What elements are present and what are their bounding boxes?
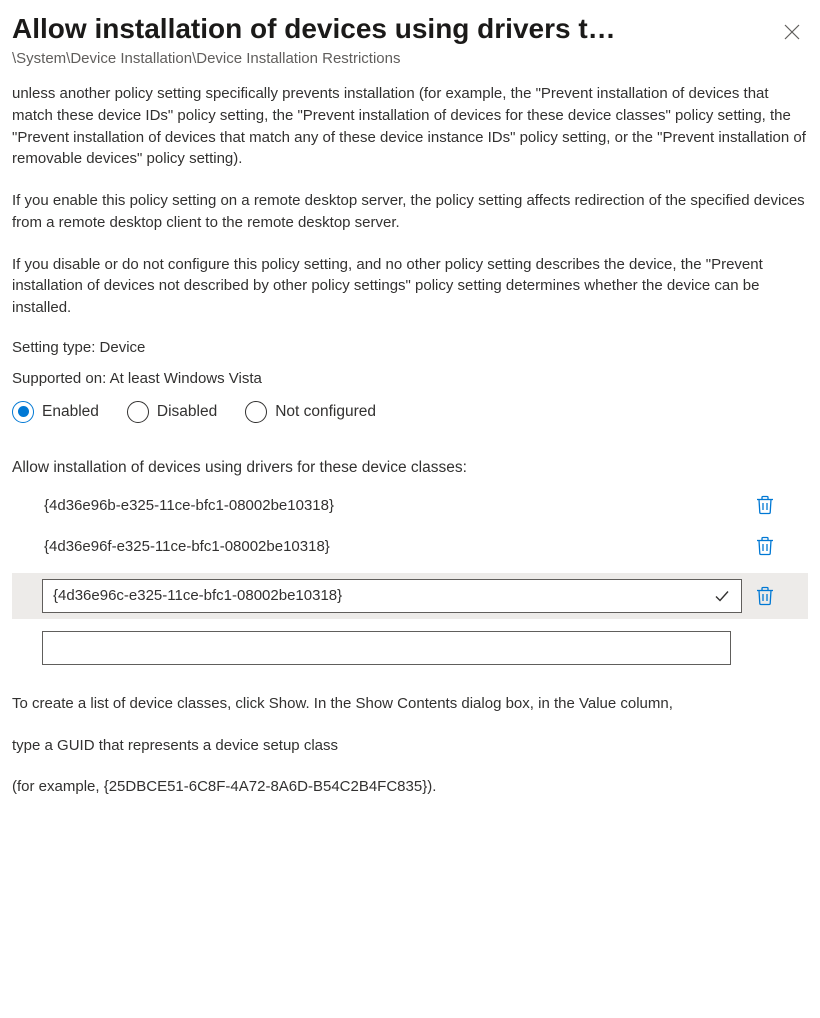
trash-icon	[756, 586, 774, 606]
device-row-editing	[12, 573, 808, 619]
page-title: Allow installation of devices using driv…	[12, 12, 776, 46]
radio-circle-icon	[245, 401, 267, 423]
confirm-edit-button[interactable]	[709, 583, 735, 609]
device-row: {4d36e96b-e325-11ce-bfc1-08002be10318}	[12, 491, 808, 520]
radio-disabled[interactable]: Disabled	[127, 401, 217, 423]
radio-not-configured-label: Not configured	[275, 403, 376, 421]
description-para-2: If you enable this policy setting on a r…	[12, 190, 808, 234]
close-button[interactable]	[776, 16, 808, 48]
state-radio-group: Enabled Disabled Not configured	[12, 401, 808, 423]
device-row: {4d36e96f-e325-11ce-bfc1-08002be10318}	[12, 532, 808, 561]
setting-type-label: Setting type: Device	[12, 339, 808, 356]
device-list-label: Allow installation of devices using driv…	[12, 459, 808, 477]
delete-row-button[interactable]	[752, 533, 778, 559]
device-class-value[interactable]: {4d36e96f-e325-11ce-bfc1-08002be10318}	[42, 532, 742, 561]
supported-on-label: Supported on: At least Windows Vista	[12, 370, 808, 387]
device-class-list: {4d36e96b-e325-11ce-bfc1-08002be10318} {…	[12, 491, 808, 665]
device-class-value[interactable]: {4d36e96b-e325-11ce-bfc1-08002be10318}	[42, 491, 742, 520]
radio-circle-icon	[127, 401, 149, 423]
new-device-row	[12, 631, 808, 665]
delete-row-button[interactable]	[752, 492, 778, 518]
radio-disabled-label: Disabled	[157, 403, 217, 421]
footer-para-1: To create a list of device classes, clic…	[12, 693, 808, 715]
new-device-class-input[interactable]	[42, 631, 731, 665]
breadcrumb: \System\Device Installation\Device Insta…	[12, 50, 808, 67]
close-icon	[784, 24, 800, 40]
device-class-input[interactable]	[53, 587, 709, 604]
description-para-3: If you disable or do not configure this …	[12, 254, 808, 319]
radio-not-configured[interactable]: Not configured	[245, 401, 376, 423]
footer-para-2: type a GUID that represents a device set…	[12, 735, 808, 757]
radio-enabled[interactable]: Enabled	[12, 401, 99, 423]
trash-icon	[756, 495, 774, 515]
footer-para-3: (for example, {25DBCE51-6C8F-4A72-8A6D-B…	[12, 776, 808, 798]
edit-input-container	[42, 579, 742, 613]
radio-circle-icon	[12, 401, 34, 423]
trash-icon	[756, 536, 774, 556]
radio-enabled-label: Enabled	[42, 403, 99, 421]
delete-row-button[interactable]	[752, 583, 778, 609]
checkmark-icon	[714, 588, 730, 604]
description-para-1: unless another policy setting specifical…	[12, 83, 808, 170]
